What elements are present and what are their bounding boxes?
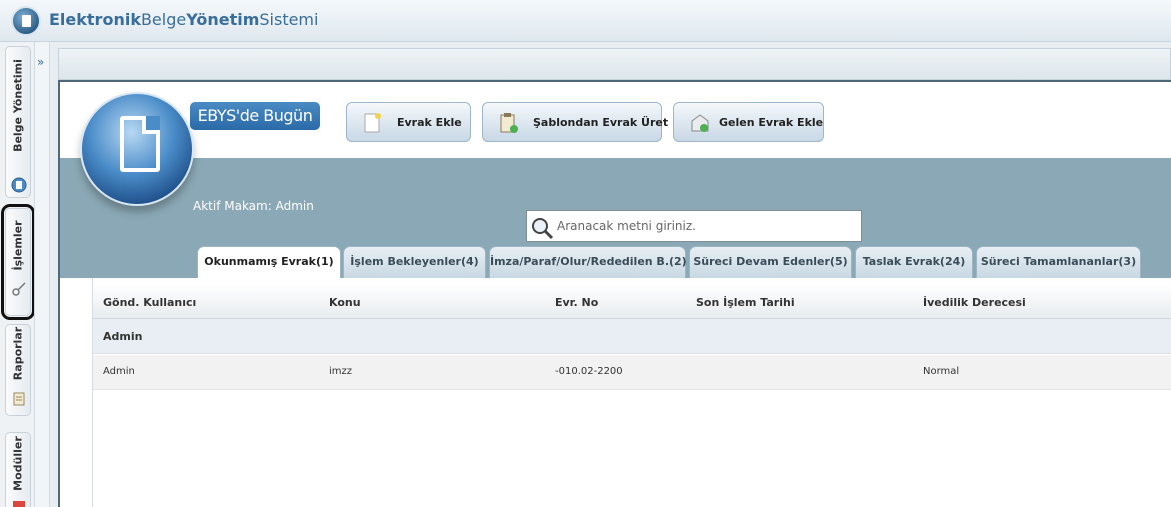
column-header[interactable]: Gönd. Kullanıcı [103,296,196,309]
side-tab-moduller[interactable]: Modüller [5,432,31,507]
tab-okunmamis-evrak[interactable]: Okunmamış Evrak(1) [197,246,341,280]
side-tab-islemler[interactable]: İşlemler [1,204,35,320]
document-icon [11,177,27,193]
column-header[interactable]: Son İşlem Tarihi [696,296,795,309]
collapse-column: » [34,42,50,507]
table-header: Gönd. Kullanıcı Konu Evr. No Son İşlem T… [93,284,1171,319]
column-header[interactable]: Konu [329,296,361,309]
tab-islem-bekleyenler[interactable]: İşlem Bekleyenler(4) [343,246,486,278]
content-frame: EBYS'de Bugün Evrak Ekle Şablondan Evrak… [58,80,1171,507]
side-tab-belge-yonetimi[interactable]: Belge Yönetimi [5,46,31,198]
tab-taslak-evrak[interactable]: Taslak Evrak(24) [855,246,973,278]
ebys-globe-logo [80,92,194,206]
table-row[interactable]: Admin imzz -010.02-2200 Normal [93,355,1171,390]
left-tab-strip: Belge Yönetimi İşlemler Raporlar Modülle… [0,42,35,507]
table-group-row[interactable]: Admin [93,319,1171,354]
expand-double-chevron-icon[interactable]: » [37,56,44,68]
evrak-ekle-button[interactable]: Evrak Ekle [346,102,471,142]
sablondan-evrak-uret-button[interactable]: Şablondan Evrak Üret [482,102,668,142]
app-header: ElektronikBelgeYönetimSistemi [0,0,1171,42]
app-logo-icon [11,6,41,36]
sablondan-evrak-uret-label: Şablondan Evrak Üret [533,116,669,129]
document-table-panel: Gönd. Kullanıcı Konu Evr. No Son İşlem T… [76,278,1171,507]
incoming-mail-icon [691,114,709,132]
search-input[interactable] [557,216,857,236]
side-tab-label: Modüller [11,436,25,491]
module-icon [13,501,25,507]
app-title: ElektronikBelgeYönetimSistemi [49,10,319,29]
side-tab-label: İşlemler [11,220,25,271]
search-box[interactable] [526,210,862,242]
side-tab-label: Raporlar [11,326,25,381]
gelen-evrak-ekle-label: Gelen Evrak Ekle [719,116,824,129]
search-icon [532,218,554,240]
side-tab-raporlar[interactable]: Raporlar [5,324,31,416]
table-cell: Admin [103,366,135,377]
tab-sureci-devam-edenler[interactable]: Süreci Devam Edenler(5) [689,246,852,278]
column-header[interactable]: İvedilik Derecesi [923,296,1026,309]
table-cell: -010.02-2200 [555,366,623,377]
tab-imza-paraf[interactable]: İmza/Paraf/Olur/Rededilen B.(2) [489,246,687,278]
evrak-ekle-label: Evrak Ekle [397,116,462,129]
template-icon [500,113,518,133]
document-table: Gönd. Kullanıcı Konu Evr. No Son İşlem T… [92,278,1171,507]
globe-document-icon [120,116,160,172]
column-header[interactable]: Evr. No [555,296,598,309]
group-label: Admin [103,330,143,343]
document-tabs: Okunmamış Evrak(1) İşlem Bekleyenler(4) … [60,246,1171,280]
tab-sureci-tamamlananlar[interactable]: Süreci Tamamlananlar(3) [976,246,1141,278]
table-cell: Normal [923,366,960,377]
new-document-icon [364,113,381,133]
table-cell: imzz [329,366,353,377]
report-icon [13,392,25,406]
side-tab-label: Belge Yönetimi [11,59,25,152]
ebys-bugun-title: EBYS'de Bugün [190,102,320,130]
main-area: EBYS'de Bugün Evrak Ekle Şablondan Evrak… [50,42,1171,507]
key-icon [12,282,26,296]
aktif-makam-label: Aktif Makam: Admin [193,199,314,213]
main-toolbar [58,48,1171,80]
gelen-evrak-ekle-button[interactable]: Gelen Evrak Ekle [673,102,824,142]
